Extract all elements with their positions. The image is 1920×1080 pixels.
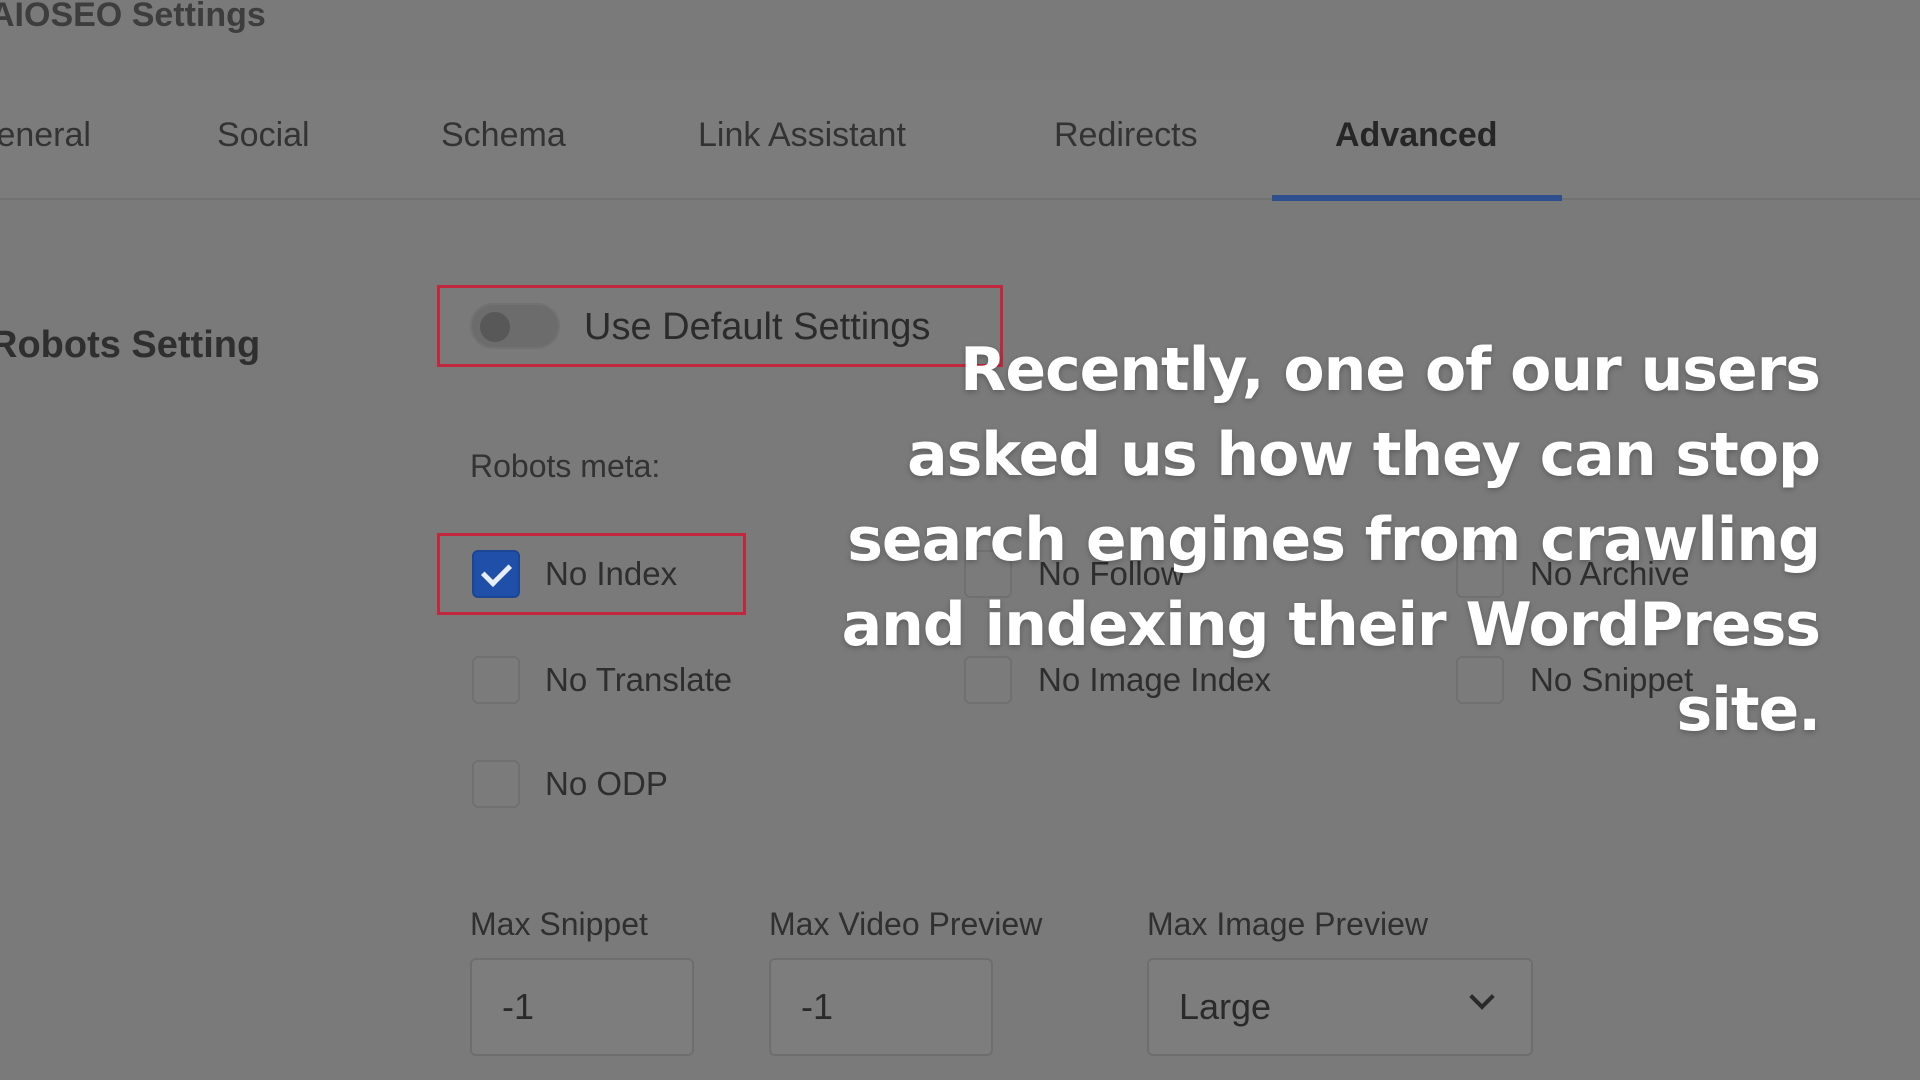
tab-redirects[interactable]: Redirects xyxy=(1054,116,1198,155)
page-title: AIOSEO Settings xyxy=(0,0,266,34)
tab-social[interactable]: Social xyxy=(217,116,310,155)
no-odp-checkbox[interactable] xyxy=(472,760,520,808)
robots-setting-label: Robots Setting xyxy=(0,324,261,366)
max-image-preview-select[interactable]: Large xyxy=(1147,958,1533,1056)
tab-link-assistant[interactable]: Link Assistant xyxy=(698,116,906,155)
no-odp-label: No ODP xyxy=(545,765,668,802)
max-video-preview-label: Max Video Preview xyxy=(769,906,1043,942)
tab-general[interactable]: General xyxy=(0,116,91,155)
no-index-label: No Index xyxy=(545,555,678,592)
video-caption-overlay: Recently, one of our users asked us how … xyxy=(841,335,1821,745)
no-translate-checkbox[interactable] xyxy=(472,656,520,704)
max-video-preview-input[interactable]: -1 xyxy=(769,958,993,1056)
max-snippet-label: Max Snippet xyxy=(470,906,648,942)
no-translate-label: No Translate xyxy=(545,661,733,698)
active-tab-indicator xyxy=(1272,195,1562,201)
robots-meta-label: Robots meta: xyxy=(470,448,661,484)
no-index-checkbox[interactable] xyxy=(472,550,520,598)
chevron-down-icon xyxy=(1469,984,1495,1010)
max-image-preview-label: Max Image Preview xyxy=(1147,906,1428,942)
max-image-preview-value: Large xyxy=(1179,986,1272,1027)
tab-advanced[interactable]: Advanced xyxy=(1335,116,1498,155)
tab-schema[interactable]: Schema xyxy=(441,116,566,155)
max-snippet-input[interactable]: -1 xyxy=(470,958,694,1056)
toggle-knob xyxy=(480,312,510,342)
use-default-settings-toggle[interactable] xyxy=(470,303,560,349)
